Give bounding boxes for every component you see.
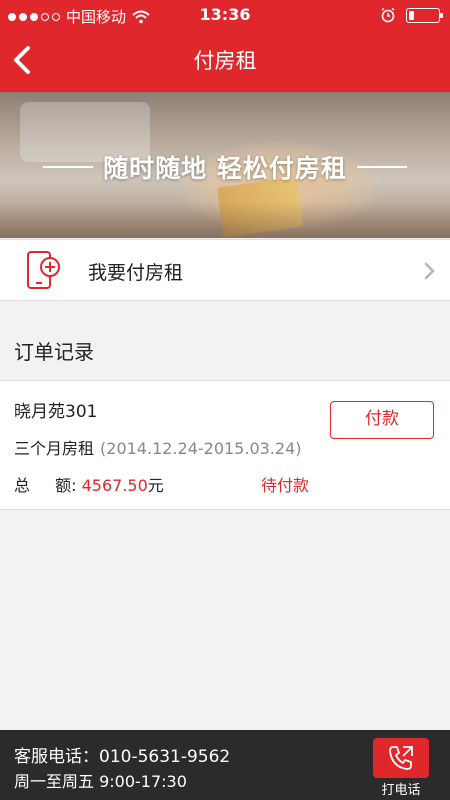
phone-call-icon bbox=[389, 746, 413, 770]
service-hours: 周一至周五 9:00-17:30 bbox=[14, 772, 187, 791]
order-amount-value: 4567.50 bbox=[81, 476, 148, 495]
battery-level bbox=[409, 10, 414, 20]
order-status-badge: 待付款 bbox=[261, 476, 310, 495]
order-property-name: 晓月苑301 bbox=[14, 402, 98, 422]
status-bar: 中国移动 13:36 bbox=[0, 0, 450, 30]
order-amount-label-a: 总 bbox=[14, 476, 31, 495]
pay-button[interactable]: 付款 bbox=[330, 401, 434, 439]
order-period: 三个月房租 (2014.12.24-2015.03.24) bbox=[14, 435, 302, 459]
nav-bar: 付房租 bbox=[0, 30, 450, 92]
pay-rent-entry[interactable]: 我要付房租 bbox=[0, 239, 450, 301]
order-period-range: (2014.12.24-2015.03.24) bbox=[100, 439, 302, 458]
call-button-label[interactable]: 打电话 bbox=[366, 779, 436, 798]
pay-rent-label: 我要付房租 bbox=[88, 262, 184, 284]
order-amount-label-b: 额: bbox=[55, 476, 77, 495]
order-card: 晓月苑301 三个月房租 (2014.12.24-2015.03.24) 总 额:… bbox=[0, 380, 450, 510]
status-right bbox=[380, 7, 443, 23]
banner-slogan-text: 随时随地 轻松付房租 bbox=[103, 154, 347, 183]
slogan-divider-right bbox=[356, 166, 407, 168]
service-hotline: 客服电话：010-5631-9562 bbox=[14, 747, 231, 767]
orders-section-header: 订单记录 bbox=[0, 302, 450, 380]
promo-banner: 随时随地 轻松付房租 bbox=[0, 92, 450, 238]
call-button[interactable] bbox=[373, 738, 429, 778]
phone-plus-icon bbox=[27, 251, 60, 289]
alarm-icon bbox=[381, 7, 395, 23]
customer-service-footer: 客服电话：010-5631-9562 周一至周五 9:00-17:30 打电话 bbox=[0, 730, 450, 800]
slogan-divider-left bbox=[43, 166, 94, 168]
order-amount: 总 额: 4567.50元 bbox=[14, 472, 164, 496]
banner-slogan: 随时随地 轻松付房租 bbox=[0, 149, 450, 185]
chevron-right-icon bbox=[424, 262, 435, 280]
order-amount-unit: 元 bbox=[147, 476, 164, 495]
page-title: 付房租 bbox=[193, 49, 257, 73]
order-period-label: 三个月房租 bbox=[14, 439, 95, 458]
battery-icon bbox=[406, 7, 443, 23]
orders-section-title: 订单记录 bbox=[14, 340, 94, 364]
